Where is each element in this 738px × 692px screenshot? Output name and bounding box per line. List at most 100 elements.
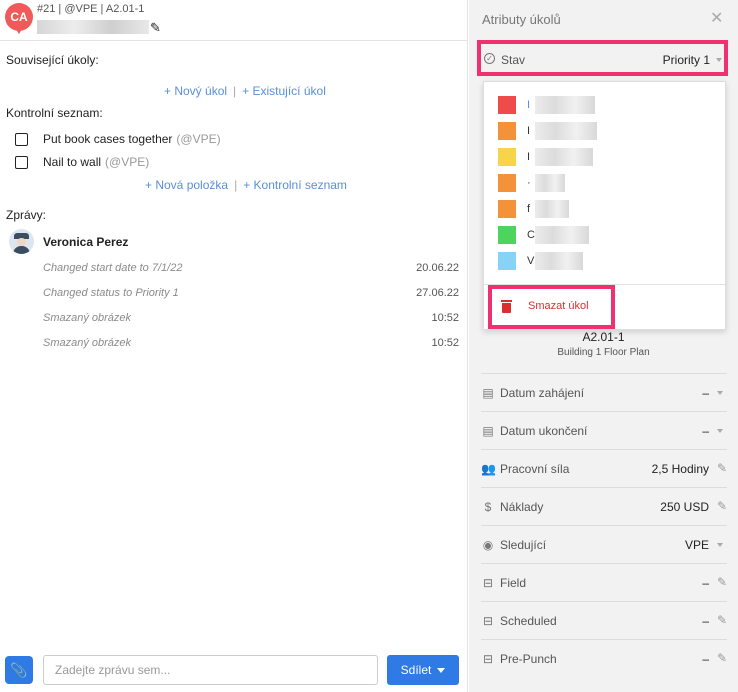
calendar-icon: ▤ (482, 386, 494, 400)
status-color-swatch (498, 122, 516, 140)
status-color-swatch (498, 252, 516, 270)
checklist-item-text: Put book cases together (43, 132, 173, 146)
status-option[interactable]: V (498, 252, 698, 270)
status-option-label: C (527, 229, 535, 241)
redacted-label (535, 200, 569, 218)
task-title-redacted (37, 20, 149, 34)
new-task-link[interactable]: + Nový úkol (164, 84, 227, 98)
message-text: Changed status to Priority 1 (43, 287, 179, 299)
status-option[interactable]: · (498, 174, 698, 192)
chevron-down-icon[interactable] (717, 543, 723, 547)
status-option[interactable]: I (498, 148, 698, 166)
attribute-pre-punch[interactable]: ⊟ Pre-Punch – ✎ (481, 639, 727, 677)
share-button[interactable]: Sdílet (387, 655, 459, 685)
task-plan: Building 1 Floor Plan (557, 347, 650, 358)
status-color-swatch (498, 148, 516, 166)
checklist-item[interactable]: Nail to wall (@VPE) (15, 154, 149, 170)
trash-can (502, 303, 511, 313)
checkbox[interactable] (15, 155, 28, 169)
attribute-label: Sledující (500, 538, 547, 552)
attribute-end-date[interactable]: ▤ Datum ukončení – (481, 411, 727, 449)
field-icon: ⊟ (482, 652, 494, 666)
attribute-value: VPE (684, 538, 709, 552)
checklist-label: Kontrolní seznam: (6, 106, 103, 120)
new-item-link[interactable]: + Nová položka (145, 178, 228, 192)
attribute-label: Scheduled (500, 614, 557, 628)
attribute-workforce[interactable]: 👥 Pracovní síla 2,5 Hodiny ✎ (481, 449, 727, 487)
message-item: Smazaný obrázek 10:52 (43, 337, 459, 349)
message-time: 27.06.22 (416, 287, 459, 299)
message-item: Changed start date to 7/1/22 20.06.22 (43, 262, 459, 274)
status-label: Stav (501, 53, 526, 67)
status-option[interactable]: I (498, 122, 698, 140)
attribute-label: Field (500, 576, 527, 590)
existing-task-link[interactable]: + Existující úkol (242, 84, 326, 98)
status-option[interactable]: C (498, 226, 698, 244)
attribute-label: Náklady (500, 500, 544, 514)
attribute-value: – (702, 652, 709, 666)
attribute-label: Datum zahájení (500, 386, 585, 400)
attribute-field[interactable]: ⊟ Field – ✎ (481, 563, 727, 601)
status-value: Priority 1 (662, 53, 710, 67)
attribute-value: – (702, 424, 709, 438)
related-links: + Nový úkol | + Existující úkol (164, 84, 326, 98)
dollar-icon: $ (484, 500, 492, 514)
task-name: A2.01-1 (582, 330, 625, 344)
attribute-cost[interactable]: $ Náklady 250 USD ✎ (481, 487, 727, 525)
attribute-value: – (702, 576, 709, 590)
message-composer: 📎 Sdílet (0, 647, 468, 692)
message-text: Smazaný obrázek (43, 337, 132, 349)
chevron-down-icon[interactable] (717, 391, 723, 395)
status-option-label: I (527, 125, 531, 137)
paperclip-icon[interactable]: 📎 (5, 656, 33, 684)
attribute-label: Datum ukončení (500, 424, 588, 438)
avatar (9, 229, 34, 254)
close-icon[interactable]: ✕ (710, 8, 723, 28)
task-detail-pane: CA #21 | @VPE | A2.01-1 ✎ Související úk… (0, 0, 468, 692)
link-separator: | (234, 178, 238, 192)
delete-task-button[interactable]: Smazat úkol (488, 285, 615, 329)
new-checklist-link[interactable]: + Kontrolní seznam (243, 178, 347, 192)
pencil-icon[interactable]: ✎ (150, 20, 161, 36)
pencil-icon[interactable]: ✎ (717, 613, 727, 627)
redacted-label (535, 252, 583, 270)
chevron-down-icon[interactable] (717, 429, 723, 433)
attribute-scheduled[interactable]: ⊟ Scheduled – ✎ (481, 601, 727, 639)
message-time: 10:52 (431, 312, 459, 324)
pencil-icon[interactable]: ✎ (717, 461, 727, 475)
checklist-item-text: Nail to wall (43, 155, 102, 169)
attribute-label: Pracovní síla (500, 462, 570, 476)
checklist-item-tag: (@VPE) (176, 132, 221, 146)
status-color-swatch (498, 96, 516, 114)
status-option[interactable]: I (498, 96, 698, 114)
field-icon: ⊟ (482, 614, 494, 628)
attribute-watchers[interactable]: ◉ Sledující VPE (481, 525, 727, 563)
message-author: Veronica Perez (43, 235, 129, 249)
attribute-value: 250 USD (660, 500, 709, 514)
status-option-label: · (527, 177, 531, 189)
checklist-item-tag: (@VPE) (105, 155, 150, 169)
attribute-value: – (702, 614, 709, 628)
status-option-label: I (527, 99, 531, 111)
checkbox[interactable] (15, 132, 28, 146)
checklist-item[interactable]: Put book cases together (@VPE) (15, 131, 221, 147)
avatar-body (13, 246, 30, 254)
status-option-label: V (527, 255, 535, 267)
task-meta: #21 | @VPE | A2.01-1 (37, 3, 145, 15)
status-select[interactable]: ✓ Stav Priority 1 (477, 40, 728, 76)
delete-task-label: Smazat úkol (528, 300, 589, 312)
status-color-swatch (498, 226, 516, 244)
message-item: Smazaný obrázek 10:52 (43, 312, 459, 324)
pencil-icon[interactable]: ✎ (717, 651, 727, 665)
pencil-icon[interactable]: ✎ (717, 575, 727, 589)
link-separator: | (233, 84, 237, 98)
pencil-icon[interactable]: ✎ (717, 499, 727, 513)
redacted-label (535, 226, 589, 244)
chevron-down-icon (437, 667, 446, 673)
attribute-start-date[interactable]: ▤ Datum zahájení – (481, 373, 727, 411)
status-option[interactable]: f (498, 200, 698, 218)
message-input[interactable] (43, 655, 378, 685)
pin-tip (14, 26, 24, 34)
message-item: Changed status to Priority 1 27.06.22 (43, 287, 459, 299)
checklist-links: + Nová položka | + Kontrolní seznam (145, 178, 347, 192)
